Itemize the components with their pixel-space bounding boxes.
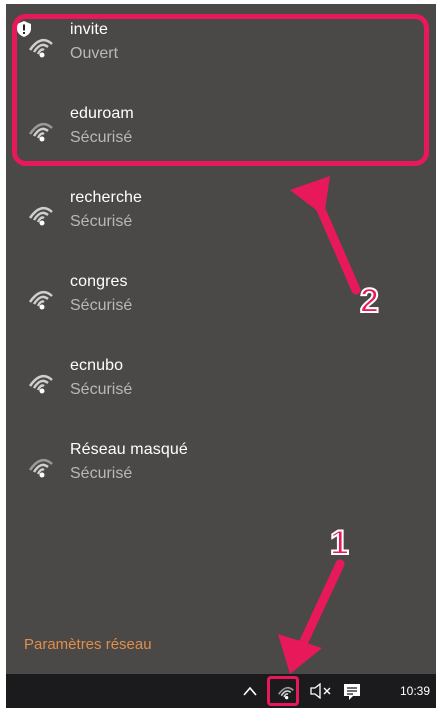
network-name: Réseau masqué (70, 441, 188, 458)
network-settings-link[interactable]: Paramètres réseau (24, 636, 152, 653)
arrow-annotation-1 (278, 559, 345, 674)
wifi-signal-icon (28, 290, 53, 310)
arrow-annotation-2 (290, 176, 361, 295)
network-name: ecnubo (70, 357, 124, 374)
taskbar: 10:39 (6, 674, 436, 708)
network-status: Sécurisé (70, 381, 133, 398)
notification-icon[interactable] (342, 682, 362, 702)
network-item-ecnubo[interactable]: ecnubo Sécurisé (6, 344, 436, 428)
network-item-reseau-masque[interactable]: Réseau masqué Sécurisé (6, 428, 436, 512)
network-status: Sécurisé (70, 297, 133, 314)
wifi-signal-icon (28, 374, 53, 394)
network-name: congres (70, 273, 128, 290)
wifi-signal-icon (28, 458, 53, 478)
wifi-signal-icon (28, 206, 53, 226)
network-status: Sécurisé (70, 213, 133, 230)
highlight-box (12, 14, 429, 166)
callout-number-1: 1 (329, 523, 350, 563)
callout-number-2: 2 (359, 281, 380, 321)
wifi-icon-highlight (267, 676, 299, 706)
volume-muted-icon[interactable] (310, 683, 332, 699)
network-status: Sécurisé (70, 465, 133, 482)
chevron-up-icon[interactable] (242, 684, 258, 698)
network-name: recherche (70, 189, 143, 206)
clock[interactable]: 10:39 (400, 684, 430, 698)
